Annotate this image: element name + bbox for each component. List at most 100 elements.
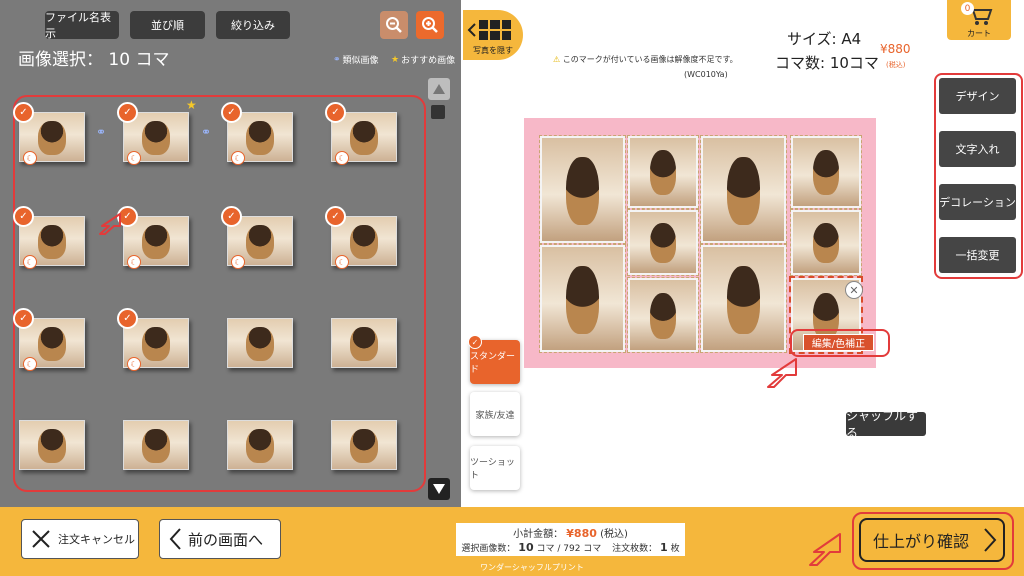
check-icon[interactable]: ✓: [13, 206, 34, 227]
cart-label: カート: [967, 29, 991, 38]
shuffle-button[interactable]: シャッフルする: [846, 409, 926, 440]
check-icon[interactable]: ✓: [221, 102, 242, 123]
recommended-legend: ★ おすすめ画像: [391, 53, 456, 67]
star-icon: ★: [186, 98, 197, 112]
dog-photo: [566, 265, 599, 334]
dog-photo: [38, 327, 66, 361]
hide-photos-button[interactable]: 写真を隠す: [463, 10, 523, 60]
collage-photo[interactable]: [790, 135, 862, 209]
bulk-change-button[interactable]: 一括変更: [939, 237, 1016, 273]
cancel-order-label: 注文キャンセル: [58, 533, 135, 546]
collage-photo[interactable]: [700, 244, 787, 353]
check-icon[interactable]: ✓: [117, 308, 138, 329]
collage-photo[interactable]: [539, 135, 626, 244]
similar-legend: ⚭ 類似画像: [333, 53, 379, 67]
cart-count-badge: 0: [961, 2, 974, 15]
filter-button[interactable]: 絞り込み: [216, 11, 290, 39]
back-label: 前の画面へ: [188, 530, 264, 549]
similar-legend-label: 類似画像: [342, 56, 379, 66]
check-icon[interactable]: ✓: [13, 102, 34, 123]
collage-photo[interactable]: [627, 135, 699, 209]
zoom-in-button[interactable]: [416, 11, 444, 39]
check-icon[interactable]: ✓: [117, 102, 138, 123]
cancel-order-button[interactable]: 注文キャンセル: [21, 519, 139, 559]
collage-photo[interactable]: [790, 209, 862, 276]
size-info: サイズ: A4: [787, 30, 862, 48]
dog-photo: [246, 327, 274, 361]
check-icon[interactable]: ✓: [325, 102, 346, 123]
photo-thumbnail[interactable]: [331, 420, 397, 470]
night-mode-icon: ☾: [127, 357, 141, 371]
collage-photo[interactable]: [700, 135, 787, 244]
order-count-label: 注文枚数：: [612, 544, 658, 554]
scrollbar-thumb[interactable]: [431, 105, 445, 119]
dog-photo: [727, 265, 760, 334]
dog-photo: [649, 222, 677, 264]
confirm-finish-button[interactable]: 仕上がり確認: [859, 518, 1005, 562]
scroll-up-button[interactable]: [428, 78, 450, 100]
night-mode-icon: ☾: [231, 151, 245, 165]
night-mode-icon: ☾: [127, 255, 141, 269]
recommended-legend-label: おすすめ画像: [401, 56, 456, 66]
dog-photo: [142, 429, 170, 463]
triangle-up-icon: [433, 84, 445, 94]
collage-photo[interactable]: [539, 244, 626, 353]
subtotal-tax: (税込): [600, 529, 628, 540]
decoration-button[interactable]: デコレーション: [939, 184, 1016, 220]
close-icon: [32, 530, 50, 548]
dog-photo: [142, 225, 170, 259]
back-button[interactable]: 前の画面へ: [159, 519, 281, 559]
pointer-arrow-icon: [809, 533, 841, 566]
dog-photo: [38, 225, 66, 259]
dog-photo: [38, 121, 66, 155]
zoom-out-button[interactable]: [380, 11, 408, 39]
dog-photo: [350, 429, 378, 463]
hide-photos-label: 写真を隠す: [473, 46, 513, 55]
order-count-unit: 枚: [670, 544, 680, 554]
order-count-value: 1: [660, 541, 668, 554]
subtotal-label: 小計金額：: [513, 529, 564, 540]
remove-photo-button[interactable]: ✕: [845, 281, 863, 299]
check-icon[interactable]: ✓: [221, 206, 242, 227]
dog-photo: [812, 150, 840, 196]
photo-thumbnail[interactable]: [331, 318, 397, 368]
dog-photo: [649, 150, 677, 196]
night-mode-icon: ☾: [335, 151, 349, 165]
scroll-down-button[interactable]: [428, 478, 450, 500]
dog-photo: [350, 121, 378, 155]
night-mode-icon: ☾: [231, 255, 245, 269]
filename-toggle-button[interactable]: ファイル名表示: [45, 11, 119, 40]
edit-color-button[interactable]: 編集/色補正: [803, 334, 874, 351]
warning-icon: ⚠: [553, 55, 561, 64]
night-mode-icon: ☾: [23, 255, 37, 269]
selected-total: コマ / 792 コマ: [536, 544, 602, 554]
night-mode-icon: ☾: [23, 151, 37, 165]
photo-thumbnail[interactable]: [19, 420, 85, 470]
text-entry-button[interactable]: 文字入れ: [939, 131, 1016, 167]
collage-photo[interactable]: [627, 209, 699, 276]
grid-icon: [479, 20, 511, 40]
night-mode-icon: ☾: [23, 357, 37, 371]
dog-photo: [566, 156, 599, 225]
cart-button[interactable]: 0 カート: [947, 0, 1011, 40]
resolution-warning: ⚠ このマークが付いている画像は解像度不足です。: [553, 54, 738, 65]
template-family-friends[interactable]: 家族/友達: [470, 392, 520, 436]
frames-info: コマ数: 10コマ: [775, 54, 879, 72]
photo-thumbnail[interactable]: [227, 420, 293, 470]
selection-count: 10 コマ: [108, 50, 170, 70]
star-icon: ★: [391, 54, 400, 65]
check-icon[interactable]: ✓: [325, 206, 346, 227]
photo-thumbnail[interactable]: [227, 318, 293, 368]
check-icon[interactable]: ✓: [13, 308, 34, 329]
sort-button[interactable]: 並び順: [130, 11, 205, 39]
template-two-shot[interactable]: ツーショット: [470, 446, 520, 490]
dog-photo: [142, 121, 170, 155]
night-mode-icon: ☾: [127, 151, 141, 165]
selection-label: 画像選択：: [18, 50, 103, 70]
chevron-left-icon: [169, 528, 181, 550]
price: ¥880: [880, 42, 911, 56]
design-button[interactable]: デザイン: [939, 78, 1016, 114]
template-code: (WC010Ya): [684, 70, 728, 79]
photo-thumbnail[interactable]: [123, 420, 189, 470]
collage-photo[interactable]: [627, 277, 699, 353]
